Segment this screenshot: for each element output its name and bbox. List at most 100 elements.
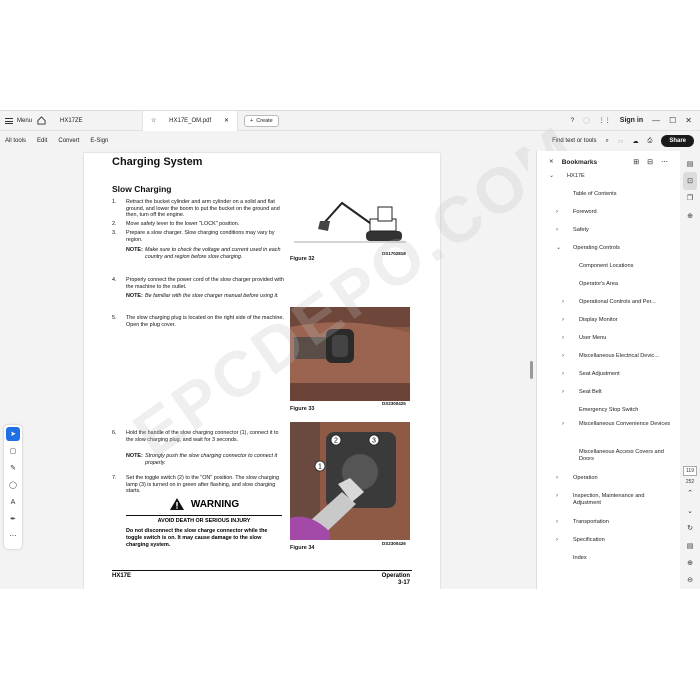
chevron-right-icon[interactable]: › xyxy=(562,371,564,378)
find-text-button[interactable]: Find text or tools xyxy=(552,138,596,144)
page-number-input[interactable]: 119 xyxy=(683,466,697,476)
bookmark-item[interactable]: › User Menu xyxy=(537,335,681,346)
bookmark-item[interactable]: › Miscellaneous Convenience Devices xyxy=(537,421,681,439)
bookmark-panel-icon[interactable]: ⊡ xyxy=(683,172,697,190)
chevron-right-icon[interactable]: › xyxy=(556,519,558,526)
chevron-right-icon[interactable]: › xyxy=(562,389,564,396)
note-key: NOTE: xyxy=(126,453,143,459)
tab-hx17e-om[interactable]: ☆ HX17E_OM.pdf ✕ xyxy=(142,110,238,131)
maximize-icon[interactable]: ☐ xyxy=(669,116,676,125)
comment-panel-icon[interactable]: ▤ xyxy=(683,155,697,172)
step-number: 2. xyxy=(112,221,117,227)
bookmark-item[interactable]: › Inspection, Maintenance and Adjustment xyxy=(537,493,681,511)
create-label: Create xyxy=(256,117,273,124)
bookmark-label: Table of Contents xyxy=(573,191,617,197)
bookmark-item[interactable]: ⌄ HX17E xyxy=(537,173,681,184)
bookmark-label: Miscellaneous Convenience Devices xyxy=(579,421,671,427)
attachments-panel-icon[interactable]: ⊕ xyxy=(683,207,697,224)
zoom-out-icon[interactable]: ⊖ xyxy=(683,572,697,589)
more-options-icon[interactable]: ⋯ xyxy=(661,158,668,166)
chevron-right-icon[interactable]: › xyxy=(562,421,564,428)
step-number: 4. xyxy=(112,277,117,283)
next-page-icon[interactable]: ⌄ xyxy=(683,502,697,519)
add-bookmark-icon[interactable]: ⊞ xyxy=(633,158,639,166)
toolbar-convert[interactable]: Convert xyxy=(58,138,79,144)
page-view-icon[interactable]: ▤ xyxy=(683,537,697,554)
bookmark-item[interactable]: › Operation xyxy=(537,475,681,486)
prev-page-icon[interactable]: ⌃ xyxy=(683,485,697,502)
bookmark-item[interactable]: › Foreword xyxy=(537,209,681,220)
search-icon[interactable]: ⌕ xyxy=(605,138,608,145)
sign-in-button[interactable]: Sign in xyxy=(620,117,643,124)
tab-hx17ze[interactable]: HX17ZE xyxy=(52,111,142,131)
close-tab-icon[interactable]: ✕ xyxy=(224,117,229,124)
bookmark-item[interactable]: › Display Monitor xyxy=(537,317,681,328)
bookmark-item[interactable]: Table of Contents xyxy=(537,191,681,202)
bookmark-item[interactable]: › Seat Belt xyxy=(537,389,681,400)
chevron-right-icon[interactable]: › xyxy=(556,493,558,500)
chevron-right-icon[interactable]: › xyxy=(556,475,558,482)
bookmark-options-icon[interactable]: ⊟ xyxy=(647,158,653,166)
bookmark-item[interactable]: Operator's Area xyxy=(537,281,681,292)
chevron-right-icon[interactable]: › xyxy=(556,209,558,216)
bookmark-item[interactable]: › Safety xyxy=(537,227,681,238)
toolbar-all-tools[interactable]: All tools xyxy=(5,138,26,144)
chevron-right-icon[interactable]: › xyxy=(562,317,564,324)
bookmark-item[interactable]: Component Locations xyxy=(537,263,681,274)
document-scrollbar[interactable] xyxy=(528,151,536,589)
bookmark-item[interactable]: › Transportation xyxy=(537,519,681,530)
upload-cloud-icon[interactable]: ☁ xyxy=(633,138,639,145)
star-icon[interactable]: ☆ xyxy=(151,117,156,124)
chevron-right-icon[interactable]: › xyxy=(562,335,564,342)
tab-bar: Menu HX17ZE ☆ HX17E_OM.pdf ✕ + Create ? … xyxy=(0,110,700,131)
text-box-tool-icon[interactable]: A xyxy=(6,495,20,509)
create-button[interactable]: + Create xyxy=(244,114,279,127)
menu-button[interactable]: Menu xyxy=(0,117,34,124)
share-button[interactable]: Share xyxy=(661,135,694,147)
save-icon[interactable]: ▭ xyxy=(618,138,624,145)
help-icon[interactable]: ? xyxy=(571,118,574,124)
close-panel-icon[interactable]: ✕ xyxy=(549,159,554,165)
chevron-down-icon[interactable]: ⌄ xyxy=(556,245,561,252)
fill-sign-tool-icon[interactable]: ✒ xyxy=(6,512,20,526)
bookmark-item[interactable]: › Miscellaneous Electrical Devic... xyxy=(537,353,681,364)
bookmark-label: Emergency Stop Switch xyxy=(579,407,639,413)
print-icon[interactable]: ⎙ xyxy=(648,138,653,145)
rotate-icon[interactable]: ↻ xyxy=(683,520,697,537)
bookmark-item[interactable]: › Seat Adjustment xyxy=(537,371,681,382)
draw-tool-icon[interactable]: ✎ xyxy=(6,461,20,475)
home-icon[interactable] xyxy=(37,116,46,125)
document-view[interactable]: Charging System Slow Charging 1. Retract … xyxy=(0,151,528,589)
shape-tool-icon[interactable]: ◯ xyxy=(6,478,20,492)
bookmark-item[interactable]: Emergency Stop Switch xyxy=(537,407,681,418)
comment-tool-icon[interactable]: ▢ xyxy=(6,444,20,458)
bookmark-item[interactable]: Miscellaneous Access Covers and Doors xyxy=(537,449,681,467)
bookmark-label: User Menu xyxy=(579,335,607,341)
chevron-right-icon[interactable]: › xyxy=(556,227,558,234)
svg-text:2: 2 xyxy=(334,438,338,445)
toolbar-esign[interactable]: E-Sign xyxy=(90,138,108,144)
scrollbar-thumb[interactable] xyxy=(530,361,533,379)
pages-panel-icon[interactable]: ❐ xyxy=(683,190,697,207)
minimize-icon[interactable]: — xyxy=(652,116,660,125)
bookmark-item[interactable]: › Operational Controls and Per... xyxy=(537,299,681,310)
chevron-right-icon[interactable]: › xyxy=(562,353,564,360)
bookmark-label: Component Locations xyxy=(579,263,634,269)
charging-connector-photo: 1 2 3 xyxy=(290,422,410,540)
step-number: 1. xyxy=(112,199,117,205)
chevron-down-icon[interactable]: ⌄ xyxy=(549,173,554,180)
bookmark-item[interactable]: › Specification xyxy=(537,537,681,548)
toolbar-edit[interactable]: Edit xyxy=(37,138,47,144)
close-window-icon[interactable]: ✕ xyxy=(685,116,692,125)
bookmark-item[interactable]: ⌄ Operating Controls xyxy=(537,245,681,256)
bookmark-item[interactable]: Index xyxy=(537,555,681,566)
chevron-right-icon[interactable]: › xyxy=(556,537,558,544)
bookmark-label: Seat Belt xyxy=(579,389,602,395)
step-6: 6. Hold the handle of the slow charging c… xyxy=(112,430,284,443)
chevron-right-icon[interactable]: › xyxy=(562,299,564,306)
apps-grid-icon[interactable]: ⋮⋮ xyxy=(599,117,611,124)
more-tools-icon[interactable]: ⋯ xyxy=(6,529,20,543)
notification-icon[interactable]: ◯ xyxy=(583,117,590,124)
select-tool-icon[interactable]: ➤ xyxy=(6,427,20,441)
zoom-in-icon[interactable]: ⊕ xyxy=(683,554,697,571)
